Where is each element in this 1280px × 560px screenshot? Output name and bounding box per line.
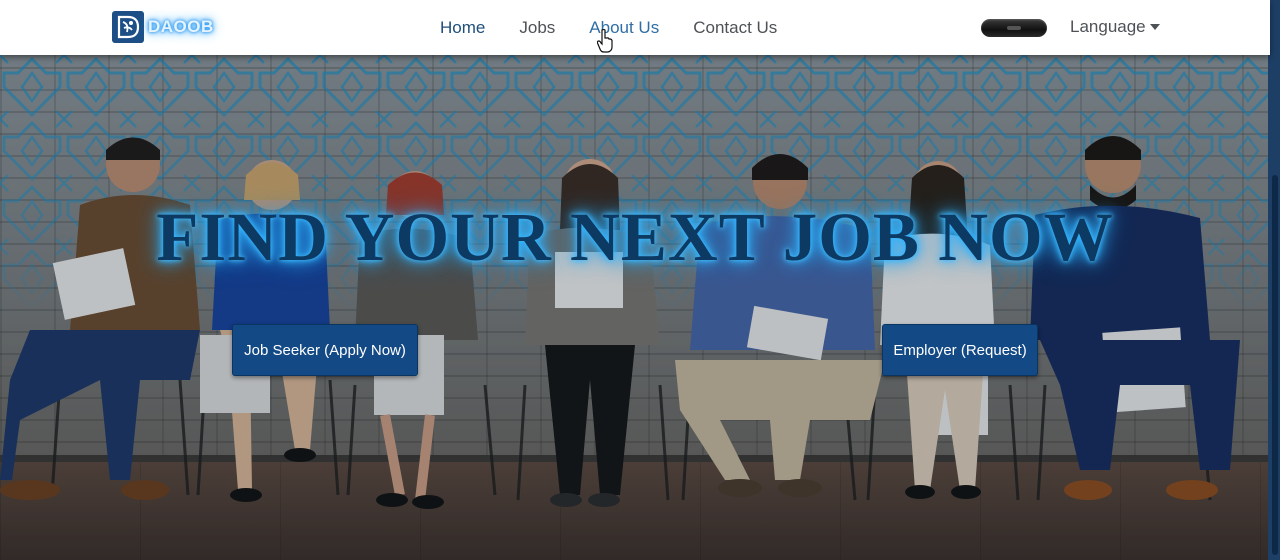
brand-name: DAOOB xyxy=(148,17,214,36)
theme-toggle[interactable] xyxy=(981,19,1047,37)
nav-contact-us[interactable]: Contact Us xyxy=(693,18,777,38)
daoob-logo-icon xyxy=(112,11,144,43)
hand-pointer-cursor-icon xyxy=(597,29,613,53)
toggle-knob xyxy=(1007,26,1021,30)
employer-request-button[interactable]: Employer (Request) xyxy=(882,324,1038,376)
nav-jobs[interactable]: Jobs xyxy=(519,18,555,38)
scrollbar-thumb[interactable] xyxy=(1272,175,1278,555)
language-label: Language xyxy=(1070,17,1146,36)
hero-section: FIND YOUR NEXT JOB NOW Job Seeker (Apply… xyxy=(0,0,1280,560)
hero-headline: FIND YOUR NEXT JOB NOW xyxy=(156,199,1114,275)
job-seeker-apply-button[interactable]: Job Seeker (Apply Now) xyxy=(232,324,418,376)
top-navbar: DAOOB Home Jobs About Us Contact Us Lang… xyxy=(0,0,1270,55)
brand[interactable]: DAOOB xyxy=(112,11,214,43)
language-dropdown[interactable]: Language xyxy=(1070,17,1160,37)
hero-dim-overlay xyxy=(0,0,1280,560)
nav-home[interactable]: Home xyxy=(440,18,485,38)
page-scrollbar[interactable] xyxy=(1268,0,1280,560)
main-nav: Home Jobs About Us Contact Us xyxy=(440,0,811,55)
caret-down-icon xyxy=(1149,24,1160,30)
